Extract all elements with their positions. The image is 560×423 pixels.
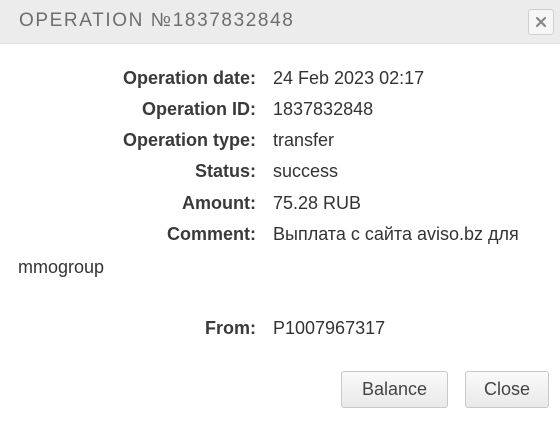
detail-row-id: Operation ID: 1837832848 [0,99,560,123]
dialog-title: OPERATION №1837832848 [19,10,295,31]
comment-value-continuation: mmogroup [18,257,105,277]
close-button[interactable]: Close [465,371,549,408]
detail-row-status: Status: success [0,161,560,185]
operation-type-value: transfer [273,130,335,150]
amount-label: Amount: [182,193,256,213]
amount-value: 75.28 RUB [273,193,362,213]
detail-row-amount: Amount: 75.28 RUB [0,193,560,217]
status-label: Status: [194,161,256,181]
dialog-titlebar: OPERATION №1837832848 [0,0,560,44]
from-label: From: [205,318,256,338]
operation-date-label: Operation date: [122,68,256,88]
comment-value: Выплата с сайта aviso.bz для [273,224,519,244]
detail-row-date: Operation date: 24 Feb 2023 02:17 [0,68,560,92]
operation-date-value: 24 Feb 2023 02:17 [273,68,425,88]
close-icon [535,16,547,28]
operation-id-value: 1837832848 [273,99,374,119]
from-value: P1007967317 [273,318,386,338]
detail-row-from: From: P1007967317 [0,318,560,342]
operation-id-label: Operation ID: [141,99,256,119]
status-value: success [273,161,339,181]
operation-dialog: OPERATION №1837832848 Operation date: 24… [0,0,560,423]
detail-row-comment: Comment: Выплата с сайта aviso.bz для [0,224,560,248]
comment-label: Comment: [167,224,256,244]
operation-type-label: Operation type: [122,130,256,150]
close-x-icon[interactable] [528,9,554,35]
balance-button[interactable]: Balance [341,371,448,408]
detail-row-type: Operation type: transfer [0,130,560,154]
